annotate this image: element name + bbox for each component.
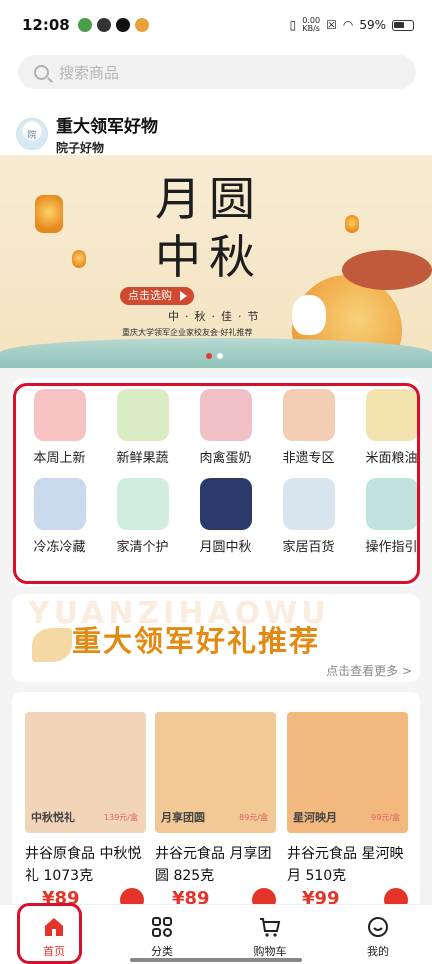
product-card[interactable]: 星河映月 99元/盒 井谷元食品 星河映月 510克 (287, 712, 408, 887)
weibo-icon (134, 18, 149, 32)
category-highlight-frame (13, 383, 420, 584)
vibrate-icon: ▯ (289, 18, 297, 32)
leaf-decoration-icon (32, 628, 72, 662)
tab-category[interactable]: 分类 (108, 905, 216, 964)
product-title: 井谷原食品 中秋悦礼 1073克 (25, 846, 142, 884)
promo-title: 重大领军好礼推荐 (72, 624, 321, 658)
carousel-dot-active[interactable] (206, 353, 212, 359)
tab-cart[interactable]: 购物车 (216, 905, 324, 964)
product-card[interactable]: 中秋悦礼 139元/盒 井谷原食品 中秋悦礼 1073克 (25, 712, 146, 887)
home-tab-highlight-frame (17, 903, 82, 964)
banner-caption: 重庆大学领军企业家校友会·好礼推荐 (122, 328, 253, 337)
banner-subtitle: 中·秋·佳·节 (168, 310, 265, 323)
tab-label: 购物车 (253, 945, 287, 958)
net-speed: 0.00 KB/s (302, 16, 321, 33)
home-indicator[interactable] (130, 958, 302, 962)
product-image-price: 139元/盒 (104, 813, 138, 822)
status-time: 12:08 (22, 16, 70, 34)
product-image[interactable]: 中秋悦礼 139元/盒 (25, 712, 146, 833)
promo-section[interactable]: YUANZIHAOWU 重大领军好礼推荐 点击查看更多 > (12, 594, 420, 682)
store-logo: 院 (16, 118, 48, 150)
app-notification-icon (96, 18, 111, 32)
battery-percent: 59% (359, 18, 386, 32)
tiktok-icon (115, 18, 130, 32)
product-title: 井谷元食品 月享团圆 825克 (155, 846, 272, 884)
product-image-price: 89元/盒 (239, 813, 268, 822)
lantern-icon (345, 215, 359, 233)
category-grid-icon (152, 917, 172, 937)
app-notification-icon (77, 18, 92, 32)
cart-icon (260, 918, 281, 937)
product-image-tag: 中秋悦礼 (31, 811, 75, 824)
product-title: 井谷元食品 星河映月 510克 (287, 846, 404, 884)
product-image[interactable]: 星河映月 99元/盒 (287, 712, 408, 833)
search-input[interactable]: 搜索商品 (18, 55, 416, 89)
product-image[interactable]: 月享团圆 89元/盒 (155, 712, 276, 833)
tab-label: 我的 (367, 945, 389, 958)
search-icon (34, 64, 49, 80)
product-image-tag: 星河映月 (293, 811, 337, 824)
search-placeholder: 搜索商品 (59, 63, 120, 82)
lantern-icon (72, 250, 86, 268)
promo-banner[interactable]: 月圆中秋 点击选购 中·秋·佳·节 重庆大学领军企业家校友会·好礼推荐 (0, 155, 432, 368)
status-bar: 12:08 ▯ 0.00 KB/s ☒ ◠ 59% (0, 0, 432, 50)
product-image-tag: 月享团圆 (161, 811, 205, 824)
store-name: 重大领军好物 (56, 117, 158, 137)
product-card[interactable]: 月享团圆 89元/盒 井谷元食品 月享团圆 825克 (155, 712, 276, 887)
store-header[interactable]: 院 重大领军好物 院子好物 (16, 112, 158, 156)
tree-illustration (342, 250, 432, 290)
sim-off-icon: ☒ (326, 18, 337, 32)
carousel-dot[interactable] (217, 353, 223, 359)
battery-icon (392, 19, 414, 31)
product-image-price: 99元/盒 (371, 813, 400, 822)
carousel-dots (206, 353, 223, 359)
lantern-icon (35, 195, 63, 233)
view-more-link[interactable]: 点击查看更多 > (326, 662, 412, 679)
wifi-icon: ◠ (342, 18, 354, 32)
store-subtitle: 院子好物 (56, 141, 105, 155)
banner-shop-button[interactable]: 点击选购 (120, 287, 194, 305)
rabbit-illustration (292, 295, 326, 335)
tab-profile[interactable]: 我的 (324, 905, 432, 964)
tab-label: 分类 (151, 945, 173, 958)
profile-icon (368, 917, 388, 937)
banner-title: 月圆中秋 (155, 172, 263, 284)
